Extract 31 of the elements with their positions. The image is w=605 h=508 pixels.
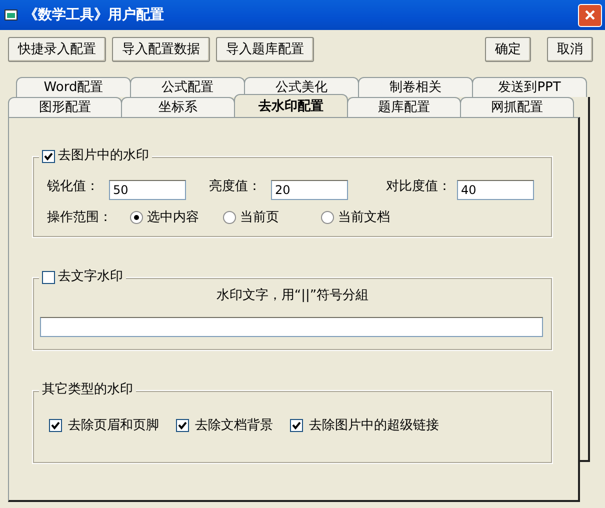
checkbox-label: 去除图片中的超级链接 (309, 417, 439, 435)
tab[interactable]: Word配置 (16, 77, 131, 97)
field-label: 亮度值： (209, 178, 261, 196)
tab[interactable]: 坐标系 (121, 97, 235, 117)
hint-text: 水印文字，用“||”符号分組 (215, 287, 370, 305)
toolbar-button[interactable]: 导入题库配置 (216, 37, 314, 62)
field-label: 锐化值： (47, 178, 99, 196)
input-field[interactable]: 40 (457, 180, 534, 200)
toolbar-button[interactable]: 导入配置数据 (112, 37, 210, 62)
field-label: 对比度值： (386, 178, 451, 196)
window-title: 《数学工具》用户配置 (24, 6, 165, 24)
checkbox-label: 去除文档背景 (195, 417, 273, 435)
tab[interactable]: 图形配置 (8, 97, 122, 117)
dialog-button[interactable]: 确定 (485, 37, 531, 62)
radio-label: 选中内容 (147, 209, 199, 227)
dialog-button[interactable]: 取消 (547, 37, 593, 62)
tab[interactable]: 公式配置 (130, 77, 245, 97)
radio-label: 当前页 (240, 209, 279, 227)
input-field[interactable]: 50 (109, 180, 186, 200)
group-title: 其它类型的水印 (39, 382, 136, 398)
input-field[interactable]: 20 (271, 180, 348, 200)
checkbox-label: 去文字水印 (58, 269, 123, 285)
radio-label: 当前文档 (338, 209, 390, 227)
tab[interactable]: 制卷相关 (358, 77, 473, 97)
field-label: 操作范围： (47, 209, 112, 227)
checkbox-label: 去除页眉和页脚 (68, 417, 159, 435)
toolbar-button[interactable]: 快捷录入配置 (8, 37, 106, 62)
checkbox-label: 去图片中的水印 (58, 148, 149, 164)
tab[interactable]: 网抓配置 (460, 97, 574, 117)
tab[interactable]: 题库配置 (347, 97, 461, 117)
tab[interactable]: 发送到PPT (472, 77, 587, 97)
